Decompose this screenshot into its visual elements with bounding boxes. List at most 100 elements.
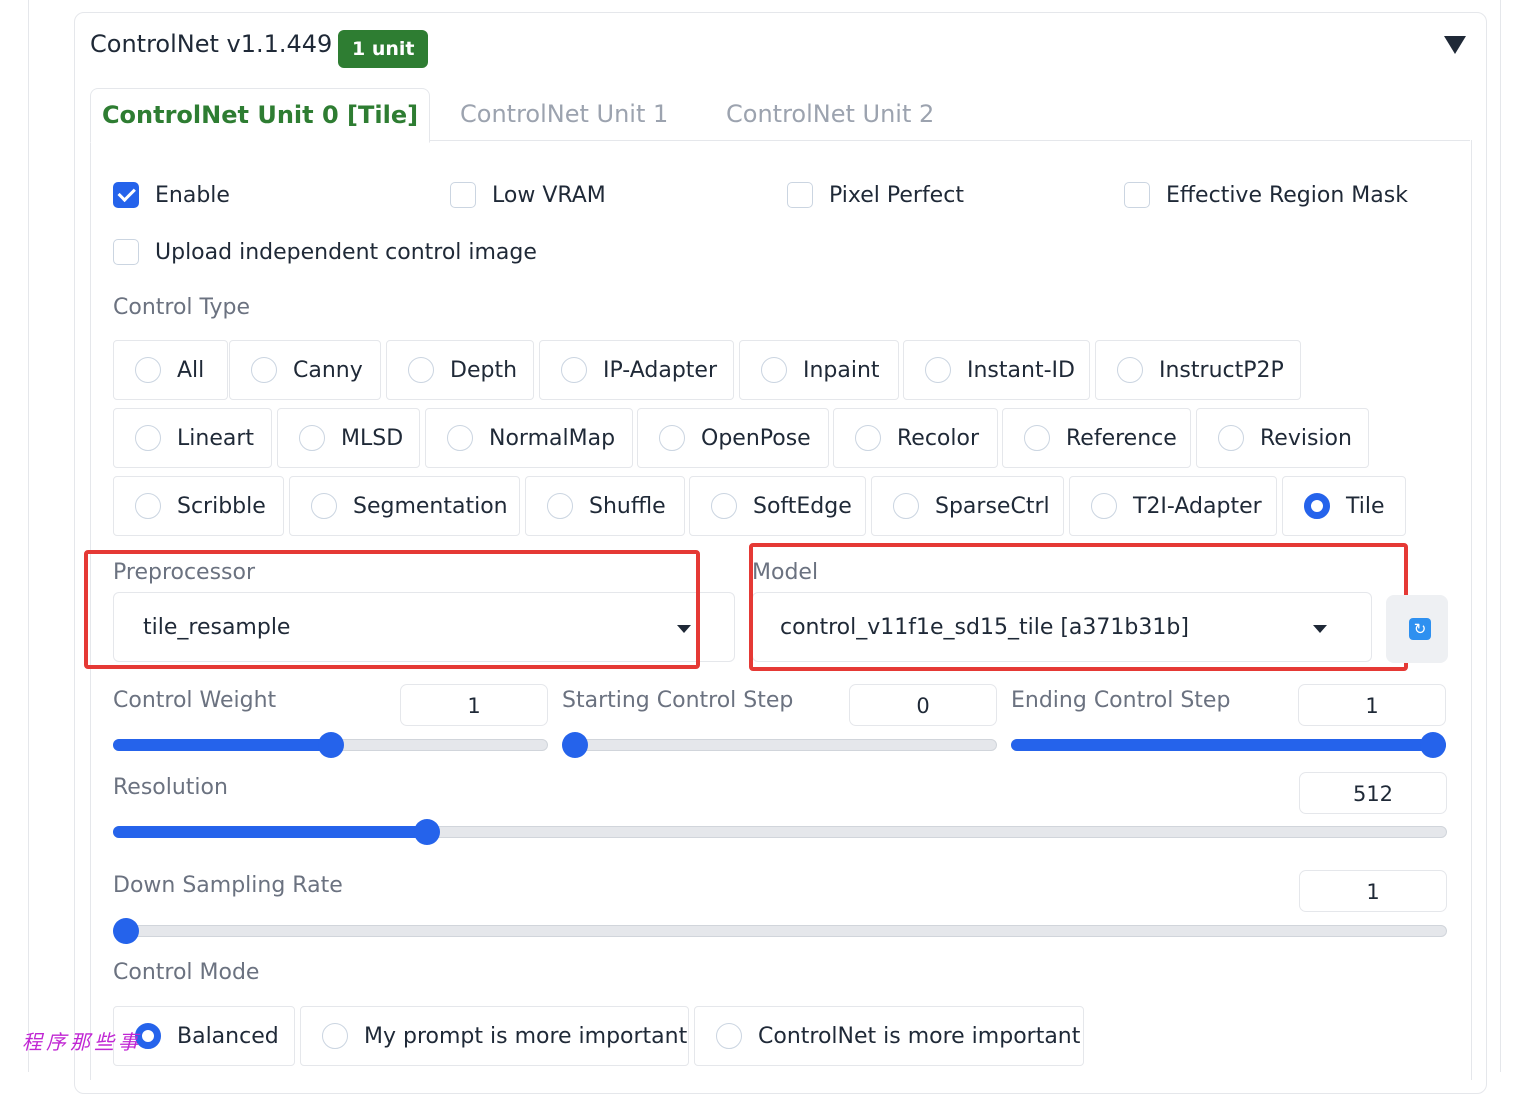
resolution-label: Resolution — [113, 775, 228, 800]
control-type-recolor[interactable]: Recolor — [833, 408, 998, 468]
control-type-label: Recolor — [897, 425, 980, 451]
control-type-label: Instant-ID — [967, 357, 1075, 383]
tab-unit-1[interactable]: ControlNet Unit 1 — [460, 88, 668, 140]
radio-icon — [1218, 425, 1244, 451]
refresh-models-button[interactable]: ↻ — [1386, 595, 1448, 663]
radio-icon — [659, 425, 685, 451]
control-type-label: Lineart — [177, 425, 254, 451]
ending-step-input[interactable]: 1 — [1298, 684, 1446, 726]
radio-icon — [893, 493, 919, 519]
control-type-depth[interactable]: Depth — [386, 340, 534, 400]
radio-icon — [135, 425, 161, 451]
enable-checkbox[interactable]: Enable — [113, 182, 230, 208]
control-type-inpaint[interactable]: Inpaint — [739, 340, 899, 400]
refresh-icon: ↻ — [1409, 618, 1431, 640]
resolution-input[interactable]: 512 — [1299, 772, 1447, 814]
control-type-lineart[interactable]: Lineart — [113, 408, 272, 468]
control-type-instant-id[interactable]: Instant-ID — [903, 340, 1090, 400]
ending-step-label: Ending Control Step — [1011, 688, 1231, 713]
control-type-normalmap[interactable]: NormalMap — [425, 408, 633, 468]
control-type-label: Canny — [293, 357, 363, 383]
control-type-revision[interactable]: Revision — [1196, 408, 1369, 468]
down-sampling-input[interactable]: 1 — [1299, 870, 1447, 912]
control-type-canny[interactable]: Canny — [229, 340, 381, 400]
control-type-scribble[interactable]: Scribble — [113, 476, 284, 536]
control-mode-controlnet-is-more-important[interactable]: ControlNet is more important — [694, 1006, 1084, 1066]
tab-unit-2[interactable]: ControlNet Unit 2 — [726, 88, 934, 140]
slider-fill — [113, 739, 337, 751]
radio-icon — [925, 357, 951, 383]
starting-step-label: Starting Control Step — [562, 688, 794, 713]
control-type-t2i-adapter[interactable]: T2I-Adapter — [1069, 476, 1277, 536]
effective-region-mask-label: Effective Region Mask — [1166, 182, 1408, 208]
checkbox-icon — [1124, 182, 1150, 208]
radio-icon — [322, 1023, 348, 1049]
slider-fill — [113, 826, 430, 838]
control-type-openpose[interactable]: OpenPose — [637, 408, 829, 468]
radio-icon — [716, 1023, 742, 1049]
radio-icon — [408, 357, 434, 383]
upload-independent-checkbox[interactable]: Upload independent control image — [113, 239, 537, 265]
control-type-label: Reference — [1066, 425, 1177, 451]
control-type-label: T2I-Adapter — [1133, 493, 1262, 519]
control-mode-option-label: Balanced — [177, 1023, 279, 1049]
enable-label: Enable — [155, 182, 230, 208]
slider-handle[interactable] — [562, 732, 588, 758]
control-type-label: Segmentation — [353, 493, 508, 519]
control-mode-my-prompt-is-more-important[interactable]: My prompt is more important — [300, 1006, 689, 1066]
control-type-mlsd[interactable]: MLSD — [277, 408, 420, 468]
control-type-softedge[interactable]: SoftEdge — [689, 476, 866, 536]
radio-icon — [547, 493, 573, 519]
control-type-label: Tile — [1346, 493, 1385, 519]
tab-unit-0[interactable]: ControlNet Unit 0 [Tile] — [90, 88, 430, 143]
control-type-label: Scribble — [177, 493, 266, 519]
radio-icon — [311, 493, 337, 519]
radio-icon — [1024, 425, 1050, 451]
control-mode-option-label: My prompt is more important — [364, 1023, 688, 1049]
control-type-label: IP-Adapter — [603, 357, 718, 383]
control-type-sparsectrl[interactable]: SparseCtrl — [871, 476, 1064, 536]
collapse-toggle-icon[interactable] — [1444, 36, 1466, 54]
control-type-segmentation[interactable]: Segmentation — [289, 476, 520, 536]
radio-icon — [1117, 357, 1143, 383]
control-weight-input[interactable]: 1 — [400, 684, 548, 726]
page-border-left — [28, 0, 29, 1072]
low-vram-label: Low VRAM — [492, 182, 606, 208]
radio-icon — [761, 357, 787, 383]
control-type-label: Shuffle — [589, 493, 666, 519]
down-sampling-label: Down Sampling Rate — [113, 873, 343, 898]
control-type-instructp2p[interactable]: InstructP2P — [1095, 340, 1301, 400]
low-vram-checkbox[interactable]: Low VRAM — [450, 182, 606, 208]
radio-icon — [135, 493, 161, 519]
control-type-all[interactable]: All — [113, 340, 228, 400]
slider-handle[interactable] — [413, 819, 440, 845]
control-mode-label: Control Mode — [113, 960, 260, 985]
control-type-label: Control Type — [113, 295, 251, 320]
radio-icon — [711, 493, 737, 519]
control-weight-label: Control Weight — [113, 688, 277, 713]
control-type-label: SparseCtrl — [935, 493, 1050, 519]
radio-icon — [251, 357, 277, 383]
control-type-tile[interactable]: Tile — [1282, 476, 1406, 536]
control-type-label: NormalMap — [489, 425, 616, 451]
control-type-reference[interactable]: Reference — [1002, 408, 1191, 468]
control-type-label: OpenPose — [701, 425, 811, 451]
pixel-perfect-label: Pixel Perfect — [829, 182, 964, 208]
control-type-label: Depth — [450, 357, 518, 383]
checkbox-icon — [113, 239, 139, 265]
control-type-shuffle[interactable]: Shuffle — [525, 476, 685, 536]
slider-track — [562, 739, 997, 751]
slider-fill — [1011, 739, 1446, 751]
control-type-ip-adapter[interactable]: IP-Adapter — [539, 340, 734, 400]
pixel-perfect-checkbox[interactable]: Pixel Perfect — [787, 182, 964, 208]
radio-icon — [855, 425, 881, 451]
starting-step-input[interactable]: 0 — [849, 684, 997, 726]
slider-handle[interactable] — [113, 918, 139, 944]
radio-icon — [135, 357, 161, 383]
control-type-label: SoftEdge — [753, 493, 852, 519]
effective-region-mask-checkbox[interactable]: Effective Region Mask — [1124, 182, 1408, 208]
slider-handle[interactable] — [317, 732, 344, 758]
slider-handle[interactable] — [1420, 732, 1446, 758]
panel-title: ControlNet v1.1.449 — [90, 30, 333, 58]
radio-selected-icon — [1304, 493, 1330, 519]
